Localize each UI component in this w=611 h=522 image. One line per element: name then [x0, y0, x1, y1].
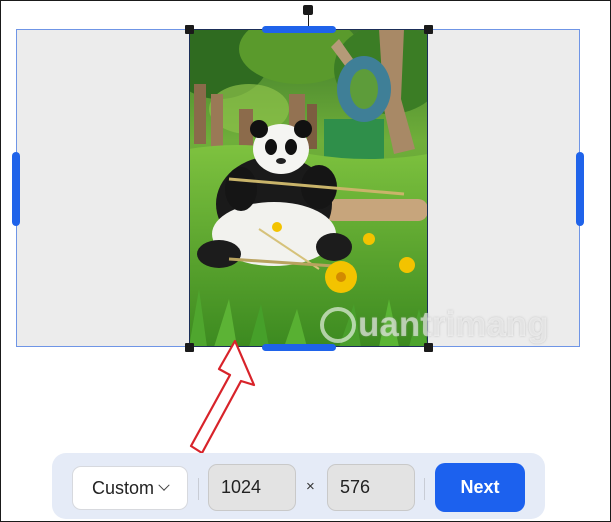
crop-corner-bottom-left[interactable]	[185, 343, 194, 352]
crop-corner-bottom-right[interactable]	[424, 343, 433, 352]
canvas-edge-right-handle[interactable]	[576, 152, 584, 226]
toolbar-divider-left	[198, 478, 199, 500]
panda-photo	[189, 29, 428, 347]
next-button[interactable]: Next	[435, 463, 525, 512]
rotate-handle[interactable]	[303, 5, 313, 15]
crop-corner-top-right[interactable]	[424, 25, 433, 34]
crop-edge-bottom-handle[interactable]	[262, 344, 336, 351]
crop-edge-top-handle[interactable]	[262, 26, 336, 33]
width-input[interactable]	[208, 464, 296, 511]
toolbar-divider-right	[424, 478, 425, 500]
aspect-preset-label: Custom	[91, 477, 154, 498]
crop-corner-top-left[interactable]	[185, 25, 194, 34]
canvas-edge-left-handle[interactable]	[12, 152, 20, 226]
chevron-down-icon	[158, 479, 170, 491]
height-input[interactable]	[327, 464, 415, 511]
aspect-preset-dropdown[interactable]: Custom	[72, 466, 188, 510]
dimension-separator: ×	[306, 478, 315, 495]
